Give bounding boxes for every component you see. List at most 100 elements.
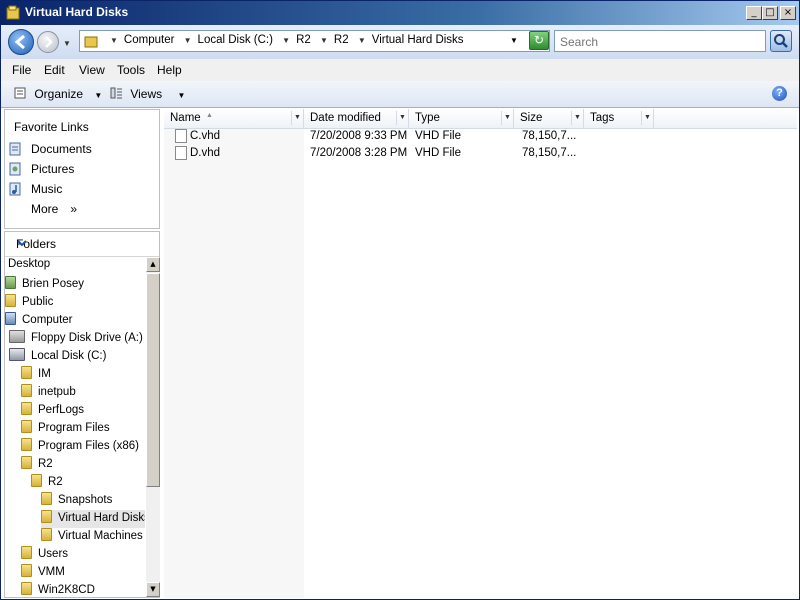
more-favorites-button[interactable]: More »	[31, 202, 77, 216]
pictures-icon	[9, 162, 21, 176]
folder-icon	[21, 420, 32, 433]
tree-item-program-files-x86[interactable]: Program Files (x86)	[21, 438, 139, 456]
tree-item-r2[interactable]: R2	[21, 456, 53, 474]
folder-tree: Desktop Brien Posey Public Computer Flop…	[5, 257, 145, 597]
tree-item-inetpub[interactable]: inetpub	[21, 384, 76, 402]
tree-item-computer[interactable]: Computer	[5, 312, 73, 330]
tree-item-vmm[interactable]: VMM	[21, 564, 65, 582]
menu-file[interactable]: File	[12, 63, 31, 77]
tree-item-floppy[interactable]: Floppy Disk Drive (A:)	[9, 330, 143, 348]
breadcrumb-item[interactable]: Virtual Hard Disks	[372, 34, 464, 46]
tree-item-win2k8cd[interactable]: Win2K8CD	[21, 582, 95, 597]
tree-item-label: Local Disk (C:)	[31, 350, 107, 362]
tree-item-desktop[interactable]: Desktop	[8, 258, 50, 276]
folders-pane: Folders Desktop Brien Posey Public Compu…	[4, 231, 160, 598]
breadcrumb-item[interactable]: Computer	[124, 34, 175, 46]
folders-header[interactable]: Folders	[5, 232, 159, 257]
chevron-down-icon[interactable]: ▼	[184, 36, 192, 45]
tree-item-label: R2	[38, 458, 53, 470]
folder-icon	[84, 36, 98, 48]
documents-icon	[9, 142, 21, 156]
tree-item-label: Brien Posey	[22, 278, 85, 290]
tree-item-users[interactable]: Users	[21, 546, 68, 564]
folder-icon	[21, 438, 32, 451]
menu-tools[interactable]: Tools	[117, 63, 145, 77]
favorite-links-pane: Favorite Links Documents Pictures Music …	[4, 109, 160, 229]
close-button[interactable]: ×	[780, 6, 796, 20]
tree-item-label: Win2K8CD	[38, 584, 95, 596]
file-date: 7/20/2008 3:28 PM	[310, 147, 408, 159]
menu-edit[interactable]: Edit	[44, 63, 65, 77]
menu-help[interactable]: Help	[157, 63, 182, 77]
scroll-down-button[interactable]: ▼	[146, 582, 160, 597]
search-box[interactable]	[554, 30, 766, 52]
file-list-pane: Name ▲ ▼ Date modified ▼ Type ▼ Size ▼ T…	[164, 109, 797, 598]
column-header-tags[interactable]: Tags ▼	[584, 109, 654, 128]
collapse-chevron-icon[interactable]	[16, 237, 28, 252]
favorite-link-pictures[interactable]: Pictures	[31, 162, 74, 176]
column-header-row: Name ▲ ▼ Date modified ▼ Type ▼ Size ▼ T…	[164, 109, 797, 129]
computer-icon	[5, 312, 16, 325]
organize-icon	[14, 87, 26, 99]
chevron-down-icon[interactable]: ▼	[358, 36, 366, 45]
scroll-thumb[interactable]	[146, 273, 160, 487]
column-header-type[interactable]: Type ▼	[409, 109, 514, 128]
address-bar[interactable]: ▼ Computer ▼ Local Disk (C:) ▼ R2 ▼ R2 ▼ Virt…	[79, 30, 550, 52]
search-button[interactable]	[770, 30, 792, 52]
file-row[interactable]: D.vhd 7/20/2008 3:28 PM VHD File 78,150,…	[164, 145, 797, 162]
tree-item-label: Program Files (x86)	[38, 440, 139, 452]
tree-item-label: Users	[38, 548, 69, 560]
tree-item-r2-sub[interactable]: R2	[31, 474, 63, 492]
column-filter-dropdown-icon[interactable]: ▼	[396, 111, 408, 125]
minimize-button[interactable]: _	[746, 6, 762, 20]
window-title: Virtual Hard Disks	[25, 5, 129, 19]
sorted-column-highlight	[164, 129, 304, 598]
column-header-name[interactable]: Name ▲ ▼	[164, 109, 304, 128]
scroll-up-button[interactable]: ▲	[146, 257, 160, 272]
tree-item-im[interactable]: IM	[21, 366, 51, 384]
menu-bar: File Edit View Tools Help	[1, 59, 799, 82]
tree-item-perflogs[interactable]: PerfLogs	[21, 402, 84, 420]
refresh-button[interactable]: ↻	[529, 31, 549, 50]
breadcrumb-item[interactable]: R2	[334, 34, 349, 46]
forward-button[interactable]	[37, 31, 59, 53]
user-folder-icon	[5, 276, 16, 289]
help-icon[interactable]: ?	[772, 86, 787, 101]
chevron-down-icon[interactable]: ▼	[282, 36, 290, 45]
folder-icon	[41, 492, 52, 505]
address-dropdown-icon[interactable]: ▼	[510, 36, 518, 45]
chevron-down-icon[interactable]: ▼	[320, 36, 328, 45]
tree-item-local-disk-c[interactable]: Local Disk (C:)	[9, 348, 106, 366]
views-button[interactable]: Views ▼	[109, 86, 185, 101]
tree-item-virtual-machines[interactable]: Virtual Machines	[41, 528, 143, 546]
recent-pages-dropdown-icon[interactable]: ▼	[63, 39, 71, 48]
tree-item-program-files[interactable]: Program Files	[21, 420, 110, 438]
menu-view[interactable]: View	[79, 63, 105, 77]
folder-tree-scrollbar[interactable]: ▲ ▼	[146, 257, 160, 597]
tree-item-snapshots[interactable]: Snapshots	[41, 492, 112, 510]
column-filter-dropdown-icon[interactable]: ▼	[641, 111, 653, 125]
organize-button[interactable]: Organize ▼	[13, 86, 102, 101]
back-button[interactable]	[8, 29, 34, 55]
folder-icon	[21, 564, 32, 577]
file-icon	[175, 129, 187, 143]
file-row[interactable]: C.vhd 7/20/2008 9:33 PM VHD File 78,150,…	[164, 128, 797, 145]
column-filter-dropdown-icon[interactable]: ▼	[501, 111, 513, 125]
tree-item-label: inetpub	[38, 386, 76, 398]
title-bar[interactable]: Virtual Hard Disks _ □ ×	[1, 1, 799, 25]
search-input[interactable]	[558, 32, 762, 52]
tree-item-brien-posey[interactable]: Brien Posey	[5, 276, 84, 294]
tree-item-public[interactable]: Public	[5, 294, 53, 312]
folder-window-icon	[6, 5, 20, 20]
tree-item-virtual-hard-disks[interactable]: Virtual Hard Disks	[41, 510, 145, 528]
chevron-down-icon[interactable]: ▼	[110, 36, 118, 45]
favorite-link-music[interactable]: Music	[31, 182, 62, 196]
breadcrumb-item[interactable]: Local Disk (C:)	[198, 34, 273, 46]
column-filter-dropdown-icon[interactable]: ▼	[291, 111, 303, 125]
column-filter-dropdown-icon[interactable]: ▼	[571, 111, 583, 125]
column-header-date-modified[interactable]: Date modified ▼	[304, 109, 409, 128]
column-header-size[interactable]: Size ▼	[514, 109, 584, 128]
maximize-button[interactable]: □	[762, 6, 778, 20]
breadcrumb-item[interactable]: R2	[296, 34, 311, 46]
favorite-link-documents[interactable]: Documents	[31, 142, 92, 156]
